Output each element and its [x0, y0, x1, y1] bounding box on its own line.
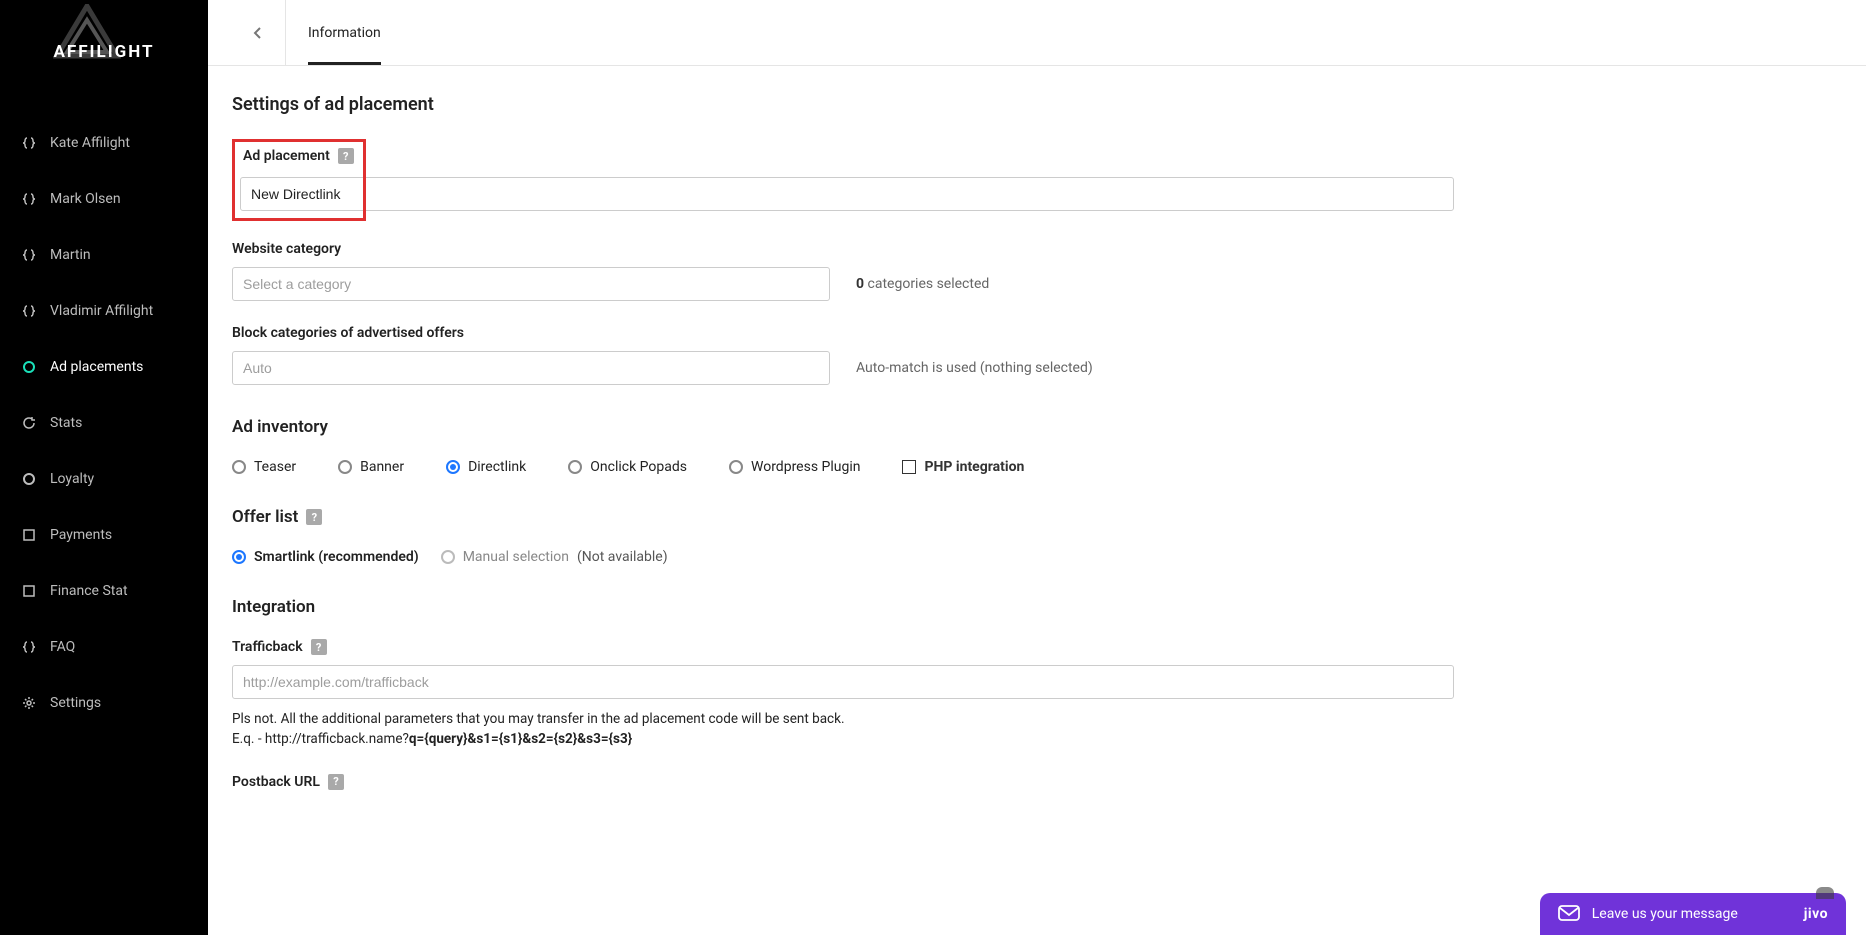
- braces-icon: [20, 248, 38, 262]
- offer-not-available-note: (Not available): [577, 549, 668, 565]
- main: Information Settings of ad placement Ad …: [208, 0, 1866, 935]
- website-category-hint: 0 categories selected: [856, 276, 989, 292]
- sidebar-item-kate[interactable]: Kate Affilight: [0, 115, 208, 171]
- chat-widget[interactable]: Leave us your message jivo: [1540, 893, 1846, 935]
- tab-label: Information: [308, 25, 381, 41]
- gear-icon: [20, 696, 38, 710]
- braces-icon: [20, 136, 38, 150]
- sidebar-item-ad-placements[interactable]: Ad placements: [0, 339, 208, 395]
- ad-placement-input[interactable]: [240, 177, 1454, 211]
- sidebar-item-label: Vladimir Affilight: [50, 303, 153, 319]
- topbar: Information: [208, 0, 1866, 66]
- offer-list-options: Smartlink (recommended) Manual selection…: [232, 549, 1664, 565]
- chat-widget-brand: jivo: [1804, 906, 1828, 922]
- sidebar-item-faq[interactable]: FAQ: [0, 619, 208, 675]
- radio-onclick-popads[interactable]: Onclick Popads: [568, 459, 687, 475]
- sidebar-item-label: Finance Stat: [50, 583, 128, 599]
- sidebar-item-loyalty[interactable]: Loyalty: [0, 451, 208, 507]
- chevron-left-icon: [251, 26, 265, 40]
- sidebar-item-finance-stat[interactable]: Finance Stat: [0, 563, 208, 619]
- radio-banner[interactable]: Banner: [338, 459, 404, 475]
- section-title-integration: Integration: [232, 597, 1664, 617]
- sidebar-item-label: Payments: [50, 527, 112, 543]
- sidebar-item-label: Ad placements: [50, 359, 143, 375]
- sidebar-item-label: Settings: [50, 695, 101, 711]
- section-title-ad-inventory: Ad inventory: [232, 417, 1664, 437]
- radio-smartlink[interactable]: Smartlink (recommended): [232, 549, 419, 565]
- logo-text: AFFILIGHT: [53, 42, 154, 62]
- checkbox-php-integration[interactable]: PHP integration: [902, 459, 1024, 475]
- sidebar-item-label: Mark Olsen: [50, 191, 121, 207]
- sidebar-item-label: Martin: [50, 247, 91, 263]
- help-icon[interactable]: ?: [306, 509, 322, 525]
- braces-icon: [20, 192, 38, 206]
- sidebar: AFFILIGHT Kate Affilight Mark Olsen Mart…: [0, 0, 208, 935]
- trafficback-input[interactable]: [232, 665, 1454, 699]
- trafficback-note: Pls not. All the additional parameters t…: [232, 709, 1664, 750]
- braces-icon: [20, 304, 38, 318]
- square-icon: [20, 584, 38, 598]
- braces-icon: [20, 640, 38, 654]
- sidebar-item-mark[interactable]: Mark Olsen: [0, 171, 208, 227]
- ad-placement-highlight: Ad placement ?: [232, 139, 366, 221]
- circle-icon: [20, 472, 38, 486]
- block-categories-hint: Auto-match is used (nothing selected): [856, 360, 1093, 376]
- logo: AFFILIGHT: [0, 0, 208, 65]
- help-icon[interactable]: ?: [338, 148, 354, 164]
- sidebar-item-label: FAQ: [50, 639, 75, 655]
- sidebar-item-stats[interactable]: Stats: [0, 395, 208, 451]
- help-icon[interactable]: ?: [311, 639, 327, 655]
- website-category-label: Website category: [232, 241, 1664, 257]
- sidebar-item-label: Kate Affilight: [50, 135, 130, 151]
- back-button[interactable]: [230, 0, 286, 65]
- square-icon: [20, 528, 38, 542]
- chat-widget-handle[interactable]: [1816, 887, 1834, 899]
- block-categories-select[interactable]: [232, 351, 830, 385]
- radio-manual-selection: Manual selection: [441, 549, 569, 565]
- ad-placement-label: Ad placement ?: [243, 148, 355, 164]
- section-title-settings: Settings of ad placement: [232, 94, 1664, 115]
- sidebar-item-vladimir[interactable]: Vladimir Affilight: [0, 283, 208, 339]
- radio-directlink[interactable]: Directlink: [446, 459, 526, 475]
- section-title-offer-list: Offer list ?: [232, 507, 1664, 527]
- refresh-icon: [20, 416, 38, 430]
- circle-icon: [20, 360, 38, 374]
- envelope-icon: [1558, 905, 1580, 923]
- sidebar-item-payments[interactable]: Payments: [0, 507, 208, 563]
- ad-inventory-options: Teaser Banner Directlink Onclick Popads …: [232, 459, 1664, 475]
- sidebar-item-label: Stats: [50, 415, 82, 431]
- postback-label: Postback URL ?: [232, 774, 1664, 790]
- radio-teaser[interactable]: Teaser: [232, 459, 296, 475]
- chat-widget-text: Leave us your message: [1592, 906, 1738, 922]
- trafficback-label: Trafficback ?: [232, 639, 1664, 655]
- sidebar-item-martin[interactable]: Martin: [0, 227, 208, 283]
- sidebar-item-settings[interactable]: Settings: [0, 675, 208, 731]
- radio-wordpress-plugin[interactable]: Wordpress Plugin: [729, 459, 860, 475]
- tab-information[interactable]: Information: [286, 0, 403, 65]
- sidebar-item-label: Loyalty: [50, 471, 94, 487]
- help-icon[interactable]: ?: [328, 774, 344, 790]
- content: Settings of ad placement Ad placement ? …: [208, 66, 1688, 934]
- website-category-select[interactable]: [232, 267, 830, 301]
- block-categories-label: Block categories of advertised offers: [232, 325, 1664, 341]
